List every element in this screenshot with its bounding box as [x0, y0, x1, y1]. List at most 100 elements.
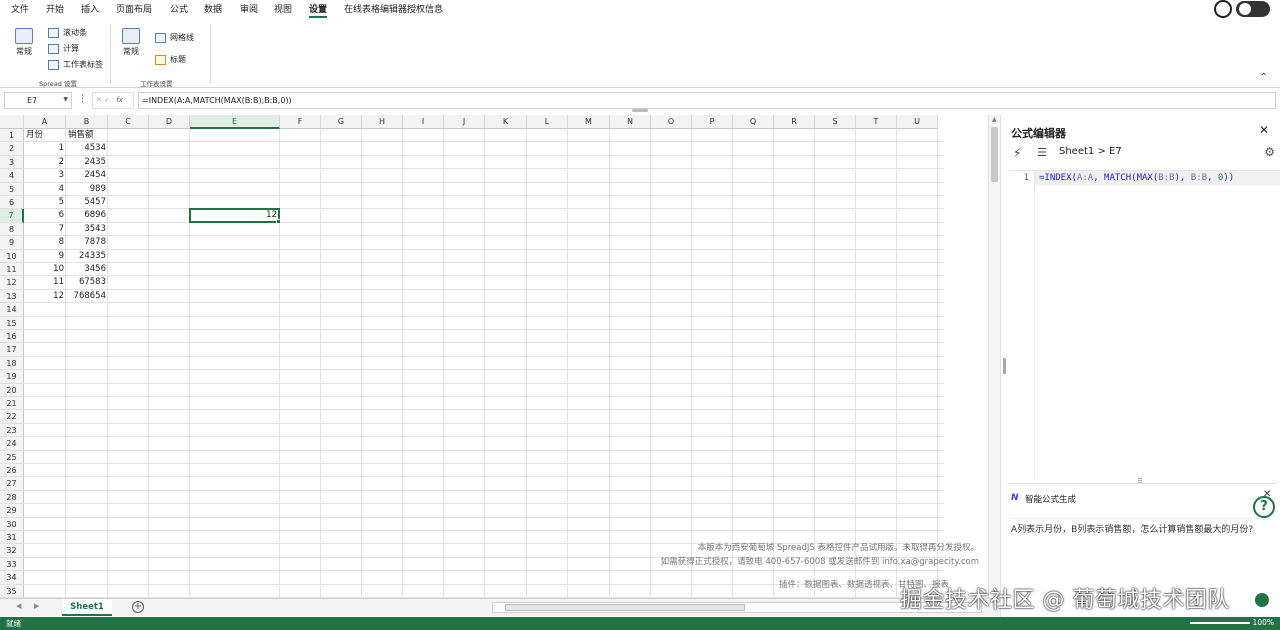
column-header-u[interactable]: U	[897, 115, 938, 129]
scroll-up-icon[interactable]: ▲	[992, 116, 997, 123]
menu-insert[interactable]: 插入	[81, 2, 99, 15]
row-header-4[interactable]: 4	[0, 169, 24, 183]
scrollbar-button[interactable]: 滚动条	[48, 27, 87, 38]
column-header-q[interactable]: Q	[733, 115, 774, 129]
cell-a2[interactable]: 1	[24, 142, 66, 155]
chevron-down-icon[interactable]: ▼	[63, 96, 68, 103]
row-header-1[interactable]: 1	[0, 129, 24, 143]
column-header-g[interactable]: G	[321, 115, 362, 129]
menu-data[interactable]: 数据	[204, 2, 222, 15]
cell-a7[interactable]: 6	[24, 209, 66, 222]
ai-close-icon[interactable]: ✕	[1263, 489, 1271, 500]
spread-general-button[interactable]: 常规	[12, 28, 36, 57]
row-header-15[interactable]: 15	[0, 316, 24, 330]
more-icon[interactable]: ⋮	[78, 94, 87, 104]
column-header-t[interactable]: T	[856, 115, 897, 129]
row-header-35[interactable]: 35	[0, 584, 24, 598]
cell-b8[interactable]: 3543	[66, 223, 108, 236]
row-header-14[interactable]: 14	[0, 303, 24, 317]
column-header-e[interactable]: E	[190, 115, 280, 129]
menu-settings[interactable]: 设置	[309, 2, 328, 18]
menu-page-layout[interactable]: 页面布局	[116, 2, 152, 15]
cell-b3[interactable]: 2435	[66, 156, 108, 169]
row-header-34[interactable]: 34	[0, 571, 24, 585]
row-header-19[interactable]: 19	[0, 370, 24, 384]
cell-a8[interactable]: 7	[24, 223, 66, 236]
cell-a3[interactable]: 2	[24, 156, 66, 169]
select-all-corner[interactable]	[0, 115, 24, 129]
row-header-23[interactable]: 23	[0, 423, 24, 438]
formula-input[interactable]: =INDEX(A:A,MATCH(MAX(B:B),B:B,0))	[138, 92, 1276, 109]
menu-license-info[interactable]: 在线表格编辑器授权信息	[344, 2, 443, 15]
cell-b6[interactable]: 5457	[66, 196, 108, 209]
hscroll-thumb[interactable]	[505, 604, 745, 611]
row-header-29[interactable]: 29	[0, 504, 24, 518]
send-icon[interactable]	[1255, 593, 1269, 607]
column-header-r[interactable]: R	[774, 115, 815, 129]
column-header-p[interactable]: P	[692, 115, 733, 129]
column-header-s[interactable]: S	[815, 115, 856, 129]
row-header-28[interactable]: 28	[0, 490, 24, 505]
cell-a6[interactable]: 5	[24, 196, 66, 209]
headers-button[interactable]: 标题	[155, 54, 186, 65]
add-sheet-icon[interactable]: +	[132, 601, 144, 613]
gridlines-button[interactable]: 网格线	[155, 32, 194, 43]
row-header-10[interactable]: 10	[0, 249, 24, 263]
panel-resize-handle[interactable]	[1003, 358, 1006, 374]
column-header-j[interactable]: J	[444, 115, 485, 129]
column-header-c[interactable]: C	[108, 115, 149, 129]
menu-view[interactable]: 视图	[274, 2, 292, 15]
column-header-k[interactable]: K	[485, 115, 527, 129]
menu-review[interactable]: 审阅	[240, 2, 258, 15]
row-header-20[interactable]: 20	[0, 383, 24, 397]
row-header-2[interactable]: 2	[0, 142, 24, 156]
row-header-5[interactable]: 5	[0, 182, 24, 196]
vertical-scrollbar[interactable]: ▲	[988, 115, 1000, 600]
menu-formulas[interactable]: 公式	[170, 2, 188, 15]
column-header-d[interactable]: D	[149, 115, 190, 129]
cell-b1[interactable]: 销售额	[66, 129, 108, 142]
name-box[interactable]: E7 ▼	[4, 92, 72, 109]
cell-a11[interactable]: 10	[24, 263, 66, 276]
theme-toggle[interactable]	[1236, 1, 1270, 17]
column-header-h[interactable]: H	[362, 115, 403, 129]
row-header-24[interactable]: 24	[0, 437, 24, 451]
formula-code[interactable]: =INDEX(A:A, MATCH(MAX(B:B), B:B, 0))	[1039, 171, 1234, 185]
gear-icon[interactable]: ⚙	[1264, 145, 1275, 159]
row-header-30[interactable]: 30	[0, 517, 24, 531]
row-header-6[interactable]: 6	[0, 196, 24, 210]
row-header-9[interactable]: 9	[0, 236, 24, 250]
row-header-26[interactable]: 26	[0, 464, 24, 478]
cell-a9[interactable]: 8	[24, 236, 66, 249]
cell-b2[interactable]: 4534	[66, 142, 108, 155]
calc-button[interactable]: 计算	[48, 43, 79, 54]
column-header-o[interactable]: O	[651, 115, 692, 129]
close-icon[interactable]: ✕	[1259, 123, 1269, 137]
row-header-17[interactable]: 17	[0, 343, 24, 357]
prev-sheet-icon[interactable]: ◀	[16, 602, 21, 610]
splitter-handle[interactable]	[632, 109, 648, 112]
column-header-l[interactable]: L	[527, 115, 568, 129]
cell-e7[interactable]: 12	[191, 209, 279, 222]
row-header-25[interactable]: 25	[0, 450, 24, 464]
cell-b7[interactable]: 6896	[66, 209, 108, 222]
cell-a1[interactable]: 月份	[24, 129, 66, 142]
column-header-m[interactable]: M	[568, 115, 610, 129]
row-header-27[interactable]: 27	[0, 477, 24, 491]
row-header-21[interactable]: 21	[0, 397, 24, 411]
zoom-slider[interactable]	[1190, 622, 1250, 624]
cell-a5[interactable]: 4	[24, 183, 66, 196]
column-header-n[interactable]: N	[610, 115, 651, 129]
confirm-icon[interactable]: ✓	[104, 96, 110, 104]
row-header-31[interactable]: 31	[0, 531, 24, 545]
sheet-tabs-button[interactable]: 工作表标签	[48, 59, 103, 70]
row-header-33[interactable]: 33	[0, 557, 24, 572]
row-header-11[interactable]: 11	[0, 263, 24, 277]
selected-cell-e7[interactable]: 12	[189, 208, 281, 224]
cell-b9[interactable]: 7878	[66, 236, 108, 249]
cell-b4[interactable]: 2454	[66, 169, 108, 182]
fill-handle[interactable]	[276, 218, 281, 224]
code-editor[interactable]: 1 =INDEX(A:A, MATCH(MAX(B:B), B:B, 0)) ?	[1009, 170, 1280, 518]
menu-home[interactable]: 开始	[46, 2, 64, 15]
cell-a10[interactable]: 9	[24, 250, 66, 263]
